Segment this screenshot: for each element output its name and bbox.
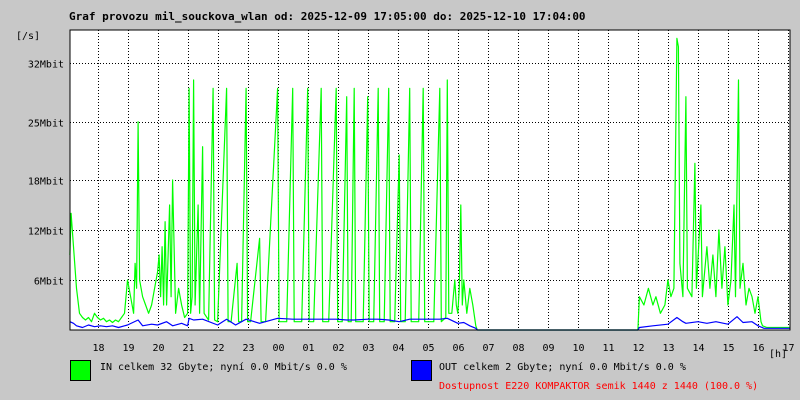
x-tick-label: 07: [482, 343, 494, 354]
x-tick-label: 04: [392, 343, 404, 354]
x-tick-label: 00: [272, 343, 284, 354]
x-tick-label: 14: [692, 343, 704, 354]
x-tick-label: 01: [302, 343, 314, 354]
x-tick-label: 02: [332, 343, 344, 354]
x-tick-label: 06: [452, 343, 464, 354]
traffic-graph: Graf provozu mil_souckova_wlan od: 2025-…: [0, 0, 800, 400]
plot-area: 18 19 20 21 22 23 00 01 02 03 04 05 06 07 08 09 10 11 12 13…: [28, 29, 795, 354]
x-tick-label: 08: [512, 343, 524, 354]
availability-note: Dostupnost E220 KOMPAKTOR semik 1440 z 1…: [439, 381, 759, 392]
x-tick-label: 19: [122, 343, 134, 354]
x-tick-label: 16: [752, 343, 764, 354]
x-tick-label: 23: [242, 343, 254, 354]
x-tick-label: 13: [662, 343, 674, 354]
legend-out-swatch: [411, 360, 432, 381]
legend-in: IN celkem 32 Gbyte; nyní 0.0 Mbit/s 0.0 …: [100, 362, 347, 373]
x-tick-label: 09: [542, 343, 554, 354]
legend-in-swatch: [70, 360, 91, 381]
x-tick-label: 10: [572, 343, 584, 354]
y-tick-label: 18Mbit: [28, 177, 64, 188]
y-tick-label: 12Mbit: [28, 227, 64, 238]
y-tick-label: 32Mbit: [28, 60, 64, 71]
x-tick-label: 11: [602, 343, 614, 354]
x-tick-label: 12: [632, 343, 644, 354]
x-axis-unit: [h]: [769, 349, 788, 360]
x-tick-label: 20: [152, 343, 164, 354]
x-tick-label: 15: [722, 343, 734, 354]
legend-out: OUT celkem 2 Gbyte; nyní 0.0 Mbit/s 0.0 …: [439, 362, 686, 373]
y-tick-label: 6Mbit: [34, 277, 64, 288]
y-tick-label: 25Mbit: [28, 119, 64, 130]
x-tick-label: 03: [362, 343, 374, 354]
x-tick-label: 21: [182, 343, 194, 354]
x-tick-label: 22: [212, 343, 224, 354]
x-tick-label: 05: [422, 343, 434, 354]
x-tick-label: 18: [92, 343, 104, 354]
